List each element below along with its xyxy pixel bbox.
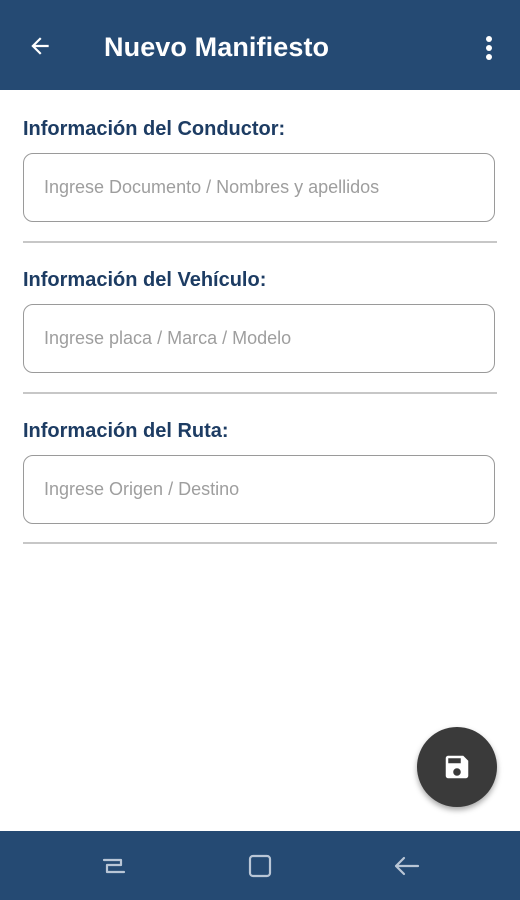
- recent-apps-icon: [102, 858, 126, 874]
- route-field[interactable]: [23, 455, 495, 524]
- route-label: Información del Ruta:: [23, 420, 229, 442]
- back-button[interactable]: [22, 28, 58, 64]
- recent-apps-button[interactable]: [94, 851, 134, 881]
- divider: [23, 392, 497, 394]
- vehicle-field[interactable]: [23, 304, 495, 373]
- vehicle-section: Información del Vehículo:: [23, 267, 497, 373]
- route-input[interactable]: [44, 456, 474, 522]
- driver-field[interactable]: [23, 153, 495, 222]
- driver-input[interactable]: [44, 154, 474, 220]
- save-icon: [445, 755, 469, 779]
- app-bar: Nuevo Manifiesto: [0, 0, 520, 90]
- more-vertical-icon: [486, 36, 492, 60]
- driver-label: Información del Conductor:: [23, 118, 286, 140]
- page-title: Nuevo Manifiesto: [104, 32, 330, 62]
- home-icon: [248, 854, 272, 878]
- vehicle-input[interactable]: [44, 305, 474, 371]
- system-nav-bar: [0, 831, 520, 900]
- vehicle-label: Información del Vehículo:: [23, 269, 267, 291]
- back-icon: [394, 856, 420, 876]
- driver-section: Información del Conductor:: [23, 116, 497, 222]
- save-button[interactable]: [417, 727, 497, 807]
- route-section: Información del Ruta:: [23, 418, 497, 524]
- divider: [23, 241, 497, 243]
- overflow-menu-button[interactable]: [474, 28, 504, 68]
- arrow-left-icon: [31, 37, 49, 55]
- home-button[interactable]: [240, 851, 280, 881]
- divider: [23, 542, 497, 544]
- system-back-button[interactable]: [386, 851, 426, 881]
